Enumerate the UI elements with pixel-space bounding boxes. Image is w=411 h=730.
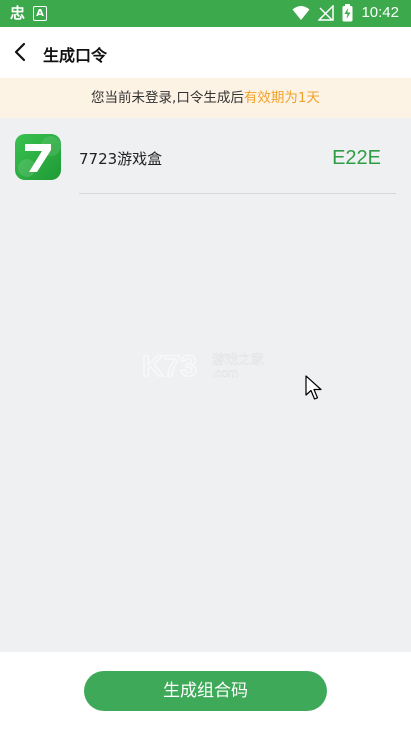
watermark-brand: K73 xyxy=(142,350,197,383)
top-app-bar: 生成口令 xyxy=(0,27,411,78)
bottom-bar: 生成组合码 xyxy=(0,652,411,730)
page-title: 生成口令 xyxy=(43,46,108,65)
mouse-cursor-icon xyxy=(305,375,322,400)
watermark-domain: .com xyxy=(212,366,238,380)
7723-app-logo-icon xyxy=(15,134,61,180)
generate-code-button[interactable]: 生成组合码 xyxy=(84,671,327,711)
battery-charging-icon xyxy=(342,4,353,22)
back-arrow-icon[interactable] xyxy=(10,41,32,63)
app-name: 7723游戏盒 xyxy=(79,150,163,168)
app-list-item[interactable]: 7723游戏盒 E22E xyxy=(0,118,411,196)
clock-time: 10:42 xyxy=(361,4,399,21)
passcode-value: E22E xyxy=(332,147,381,169)
notice-highlight: 有效期为1天 xyxy=(243,90,320,106)
watermark: K73 游戏之家 .com xyxy=(141,346,272,386)
font-a-icon: A xyxy=(33,5,48,21)
wifi-icon xyxy=(292,6,310,20)
login-notice-banner: 您当前未登录,口令生成后有效期为1天 xyxy=(0,78,411,118)
notification-app-icon: 忠 xyxy=(10,4,26,22)
status-bar: 忠 A 10:42 xyxy=(0,0,411,27)
divider xyxy=(79,193,396,194)
no-signal-icon xyxy=(318,5,335,21)
notice-text: 您当前未登录,口令生成后 xyxy=(91,90,244,106)
